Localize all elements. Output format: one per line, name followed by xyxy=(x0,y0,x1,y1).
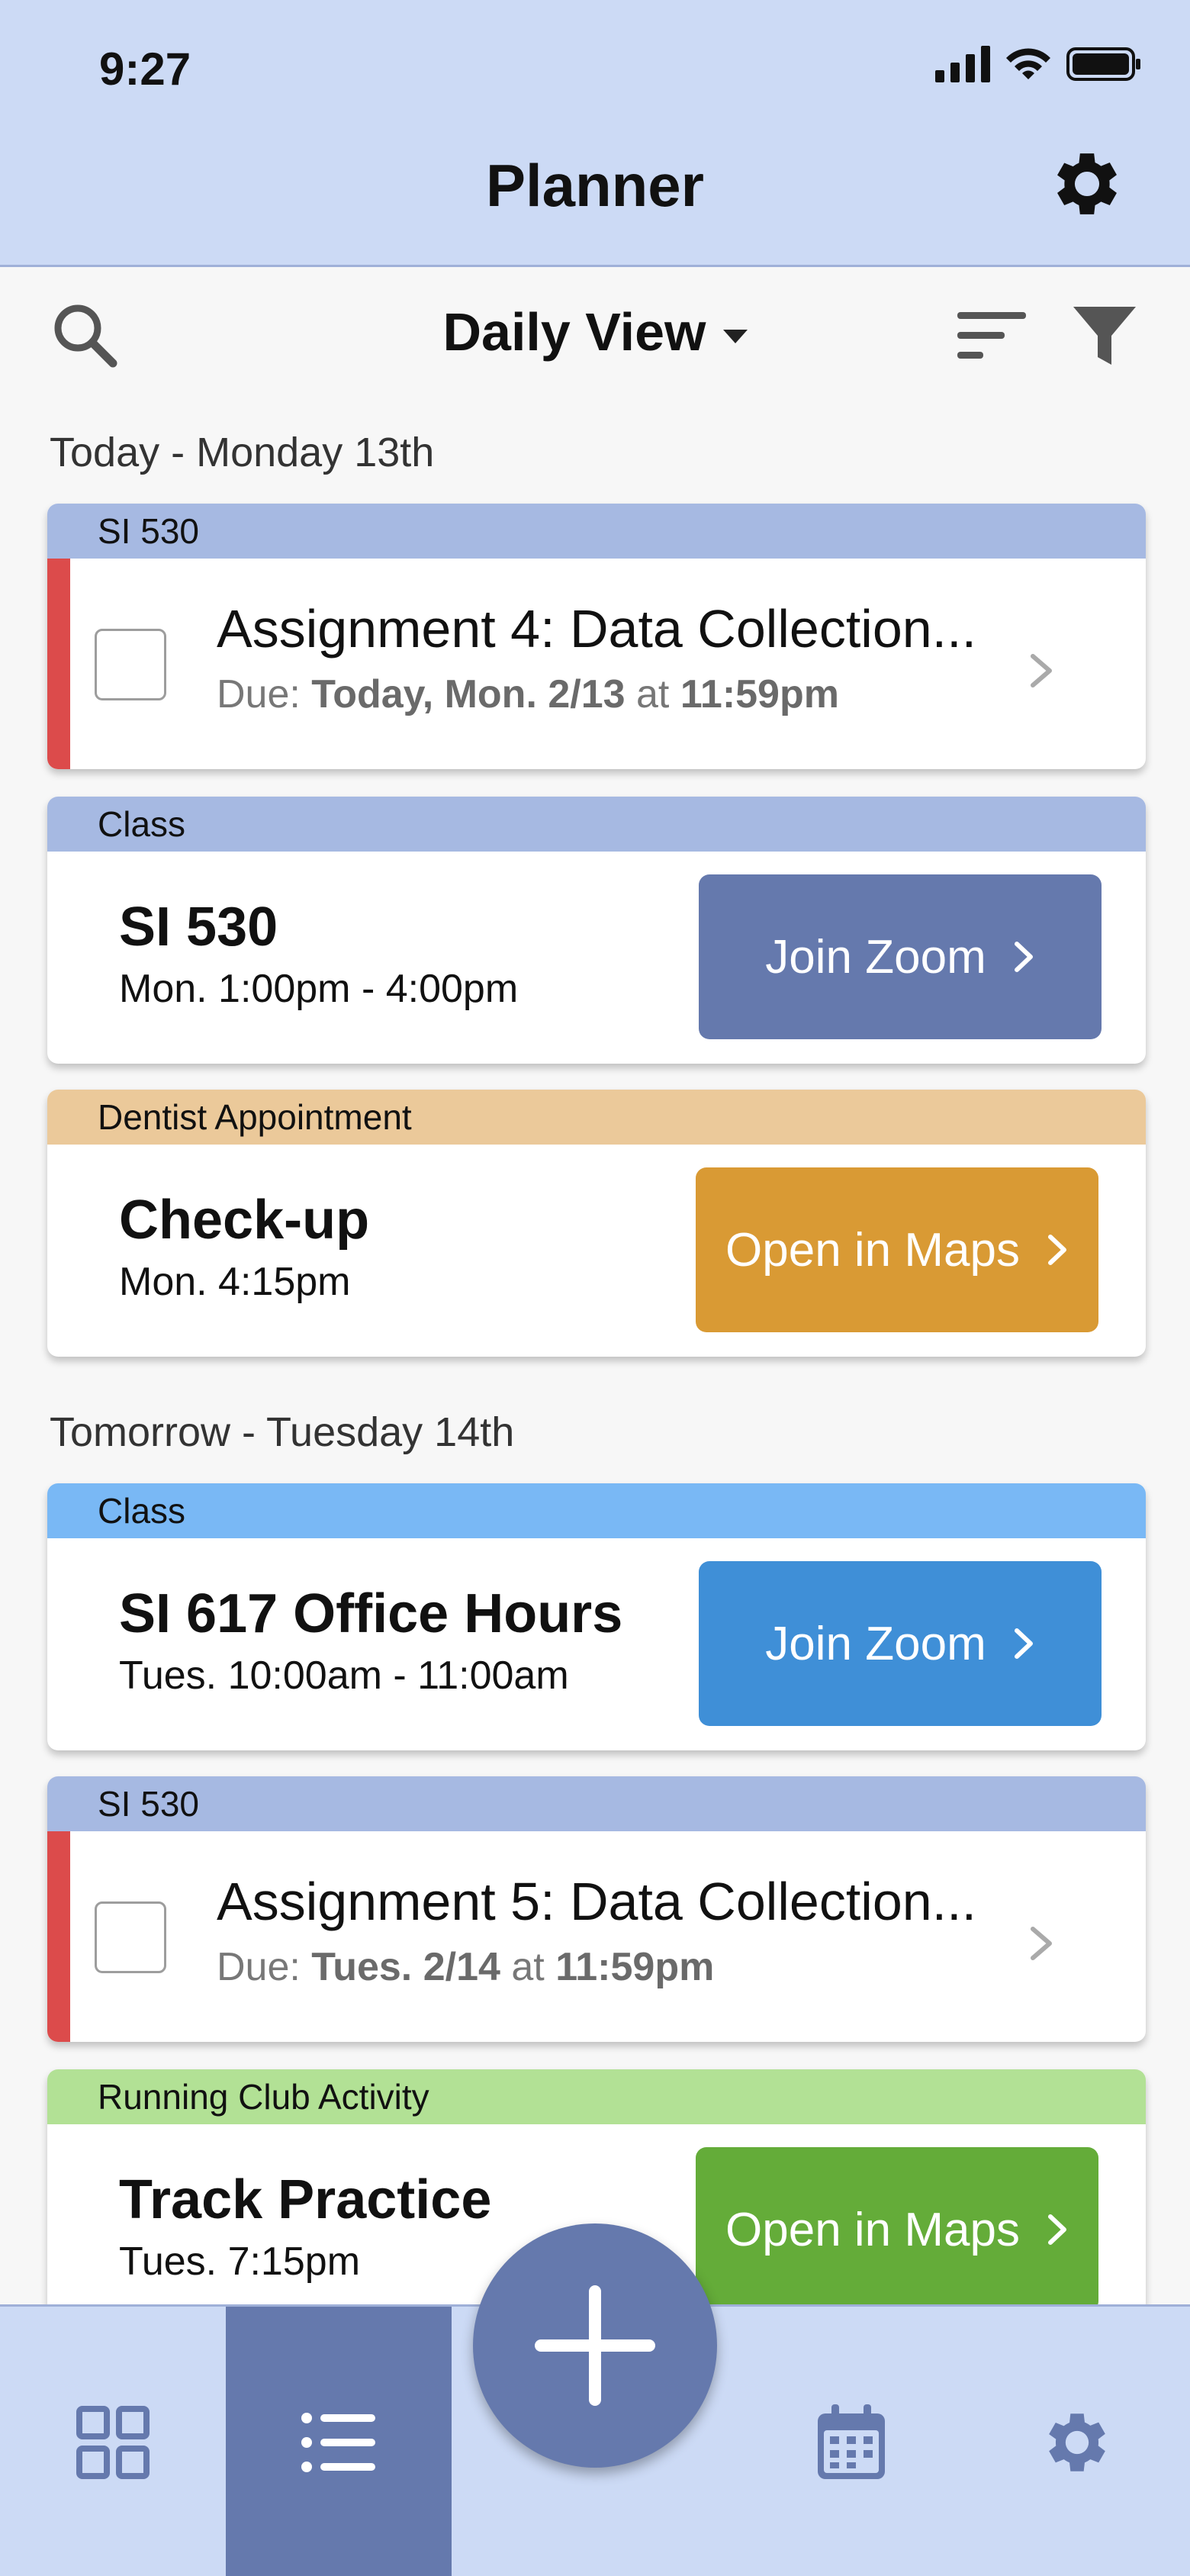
chevron-right-icon xyxy=(1048,2214,1066,2245)
filter-icon[interactable] xyxy=(1072,304,1137,366)
card-tag: SI 530 xyxy=(47,1776,1146,1831)
event-card[interactable]: Class SI 617 Office Hours Tues. 10:00am … xyxy=(47,1483,1146,1750)
overdue-accent-bar xyxy=(47,1831,70,2042)
card-tag: Dentist Appointment xyxy=(47,1090,1146,1145)
due-time: 11:59pm xyxy=(680,672,839,716)
chevron-right-icon xyxy=(1014,942,1033,972)
event-time: Mon. 4:15pm xyxy=(119,1260,351,1304)
chevron-right-icon xyxy=(1031,654,1052,687)
settings-gear-icon[interactable] xyxy=(1045,142,1129,226)
overdue-accent-bar xyxy=(47,559,70,769)
join-zoom-button[interactable]: Join Zoom xyxy=(699,874,1102,1039)
grid-icon xyxy=(76,2406,150,2479)
chevron-right-icon xyxy=(1048,1235,1066,1265)
due-date: Tues. 2/14 xyxy=(311,1945,500,1989)
join-zoom-button[interactable]: Join Zoom xyxy=(699,1561,1102,1726)
event-time: Tues. 7:15pm xyxy=(119,2240,361,2284)
due-date: Today, Mon. 2/13 xyxy=(311,672,626,716)
battery-icon xyxy=(1066,47,1140,81)
card-tag: SI 530 xyxy=(47,504,1146,559)
button-label: Open in Maps xyxy=(725,2203,1020,2256)
list-icon xyxy=(301,2413,375,2472)
card-tag: Class xyxy=(47,1483,1146,1538)
tab-dashboard[interactable] xyxy=(0,2307,226,2576)
cellular-signal-icon xyxy=(935,46,990,82)
event-card[interactable]: Dentist Appointment Check-up Mon. 4:15pm… xyxy=(47,1090,1146,1357)
gear-icon xyxy=(1049,2413,1105,2471)
task-due: Due: Tues. 2/14 at 11:59pm xyxy=(217,1944,714,1990)
add-item-button[interactable] xyxy=(473,2223,717,2468)
due-prefix: Due: xyxy=(217,1945,301,1989)
button-label: Join Zoom xyxy=(765,1617,986,1670)
event-title: Track Practice xyxy=(119,2169,492,2230)
due-at: at xyxy=(511,1945,545,1989)
event-title: Check-up xyxy=(119,1190,370,1251)
event-time: Mon. 1:00pm - 4:00pm xyxy=(119,967,519,1011)
view-selector-label: Daily View xyxy=(442,302,706,362)
chevron-right-icon xyxy=(1031,1927,1052,1960)
tab-list[interactable] xyxy=(226,2307,452,2576)
due-prefix: Due: xyxy=(217,672,301,716)
due-at: at xyxy=(636,672,670,716)
button-label: Join Zoom xyxy=(765,930,986,984)
due-time: 11:59pm xyxy=(555,1945,715,1989)
button-label: Open in Maps xyxy=(725,1223,1020,1277)
event-time: Tues. 10:00am - 11:00am xyxy=(119,1653,569,1698)
wifi-icon xyxy=(1006,48,1050,79)
task-card[interactable]: SI 530 Assignment 5: Data Collection... … xyxy=(47,1776,1146,2042)
page-title: Planner xyxy=(485,152,705,219)
status-time: 9:27 xyxy=(99,43,191,95)
task-checkbox[interactable] xyxy=(95,1901,166,1973)
event-title: SI 617 Office Hours xyxy=(119,1583,623,1644)
open-in-maps-button[interactable]: Open in Maps xyxy=(696,2147,1098,2312)
calendar-icon xyxy=(818,2404,885,2479)
task-due: Due: Today, Mon. 2/13 at 11:59pm xyxy=(217,671,839,717)
sort-icon[interactable] xyxy=(957,309,1030,362)
caret-down-icon xyxy=(722,329,748,343)
date-heading-tomorrow: Tomorrow - Tuesday 14th xyxy=(50,1409,515,1455)
task-card[interactable]: SI 530 Assignment 4: Data Collection... … xyxy=(47,504,1146,769)
card-tag: Class xyxy=(47,797,1146,852)
open-in-maps-button[interactable]: Open in Maps xyxy=(696,1167,1098,1332)
event-card[interactable]: Class SI 530 Mon. 1:00pm - 4:00pm Join Z… xyxy=(47,797,1146,1064)
event-title: SI 530 xyxy=(119,897,278,958)
chevron-right-icon xyxy=(1014,1628,1033,1659)
tab-settings[interactable] xyxy=(964,2307,1190,2576)
date-heading-today: Today - Monday 13th xyxy=(50,430,435,475)
task-checkbox[interactable] xyxy=(95,629,166,700)
plus-icon xyxy=(535,2285,655,2406)
task-title: Assignment 5: Data Collection... xyxy=(217,1872,977,1931)
tab-calendar[interactable] xyxy=(738,2307,964,2576)
task-title: Assignment 4: Data Collection... xyxy=(217,599,977,658)
app-header: 9:27 Planner xyxy=(0,0,1190,267)
card-tag: Running Club Activity xyxy=(47,2069,1146,2124)
status-icons xyxy=(935,46,1143,82)
